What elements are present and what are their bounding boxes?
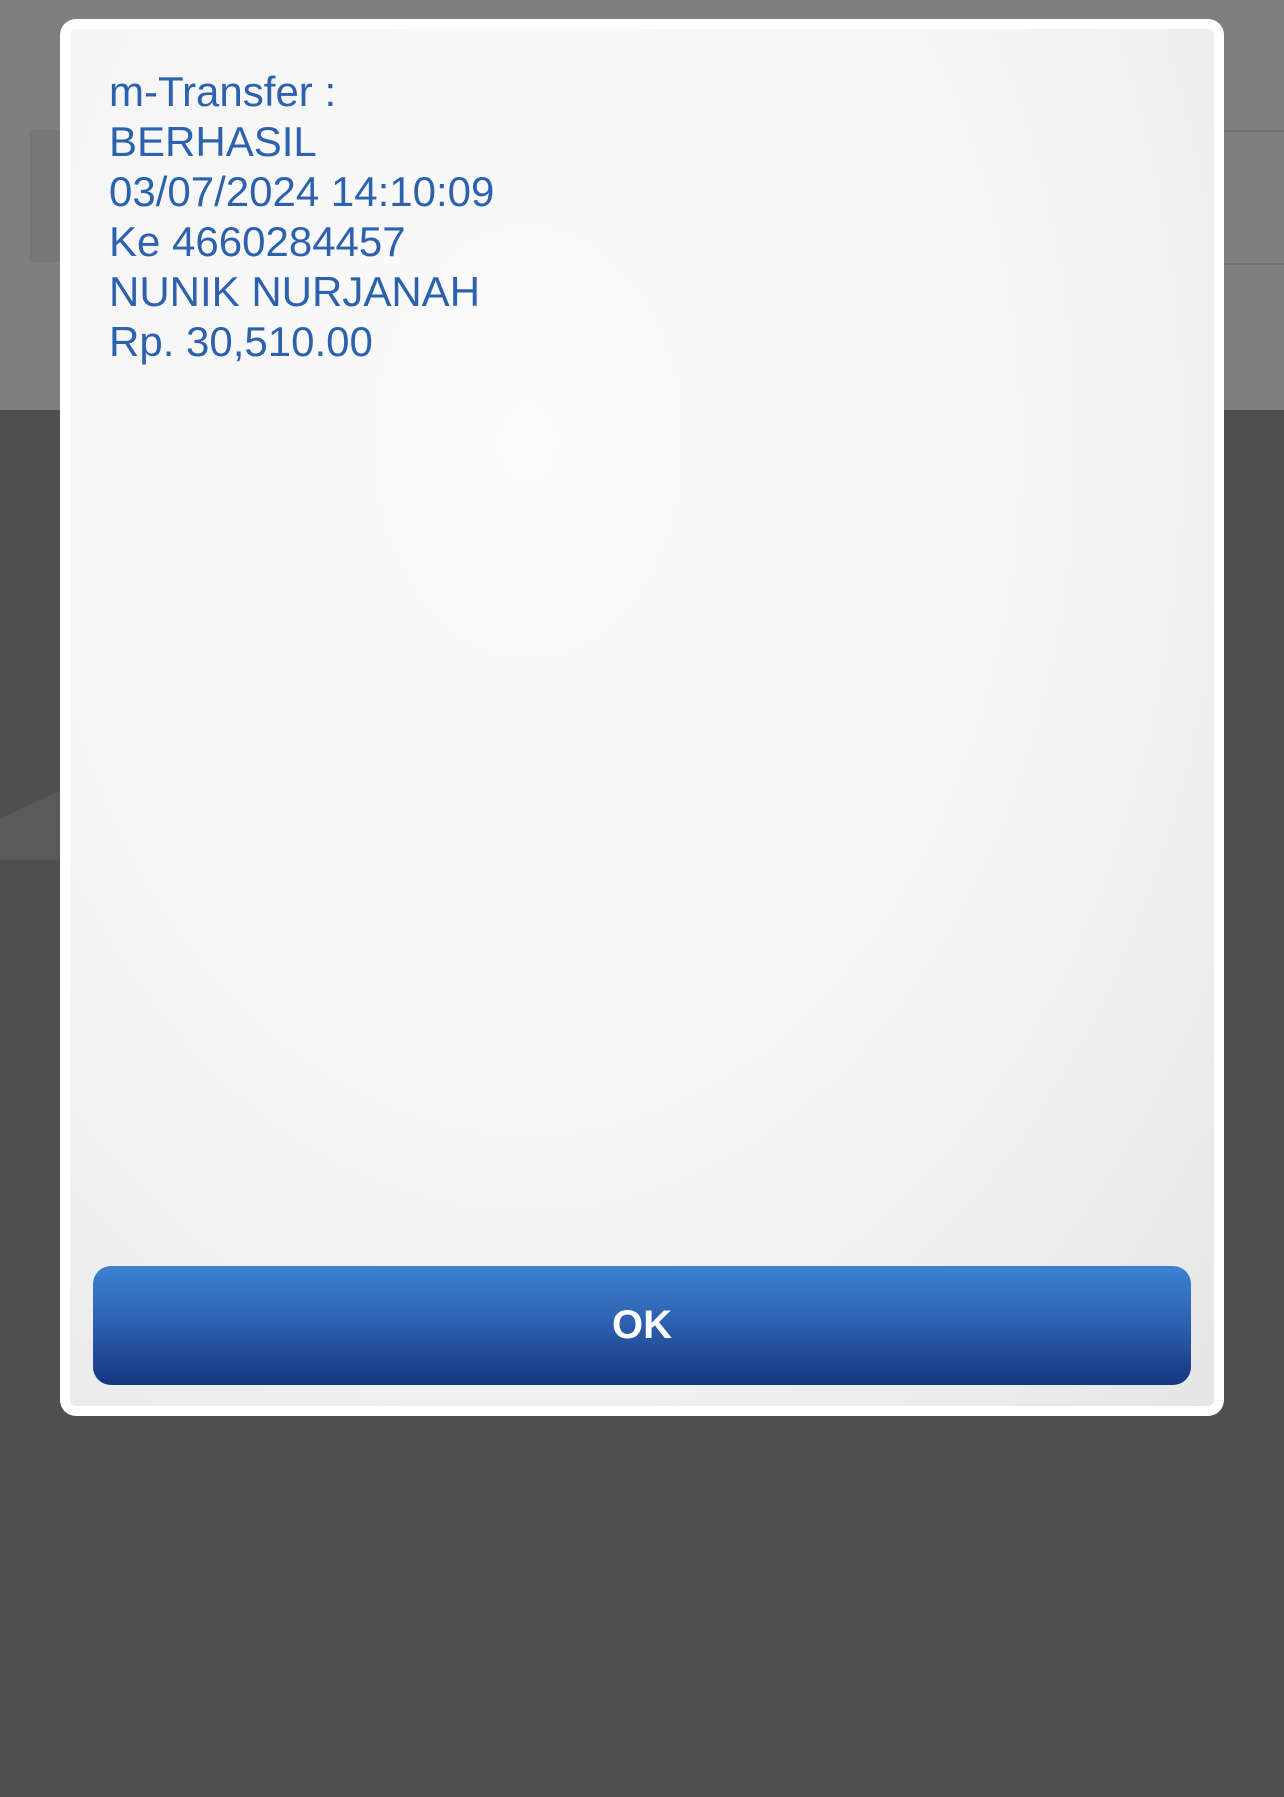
message-amount: Rp. 30,510.00 [109, 318, 373, 365]
transfer-result-dialog: m-Transfer : BERHASIL 03/07/2024 14:10:0… [60, 19, 1224, 1416]
message-recipient-name: NUNIK NURJANAH [109, 268, 481, 315]
dialog-body: m-Transfer : BERHASIL 03/07/2024 14:10:0… [70, 29, 1214, 1406]
message-datetime: 03/07/2024 14:10:09 [109, 168, 495, 215]
message-destination-account: Ke 4660284457 [109, 218, 406, 265]
message-title: m-Transfer : [109, 68, 337, 115]
message-status: BERHASIL [109, 118, 317, 165]
ok-button[interactable]: OK [93, 1266, 1191, 1385]
transfer-message: m-Transfer : BERHASIL 03/07/2024 14:10:0… [109, 67, 494, 367]
